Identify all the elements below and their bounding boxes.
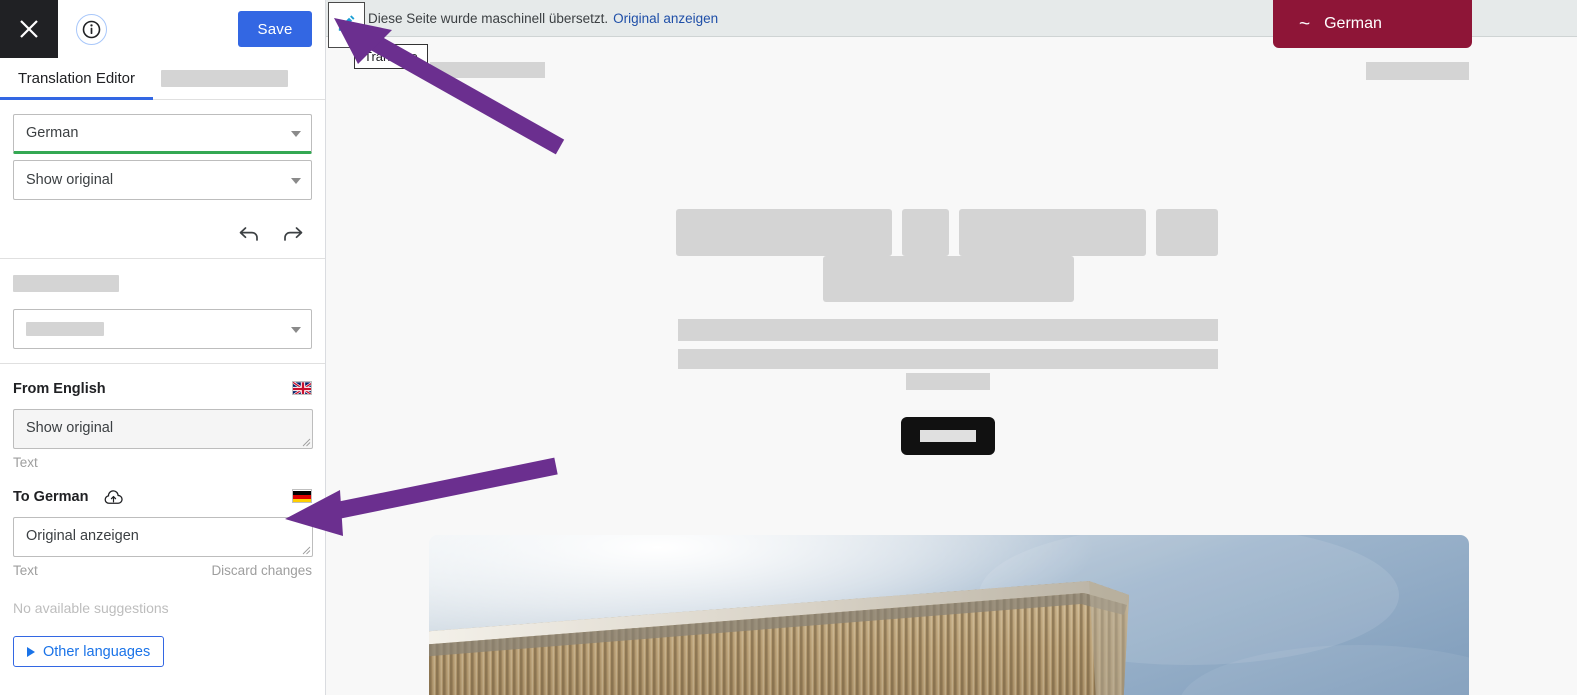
source-meta-label: Text	[13, 455, 38, 470]
tab-label: Translation Editor	[18, 70, 135, 87]
screen-root: Save Translation Editor German Show orig…	[0, 0, 1577, 695]
other-languages-button[interactable]: Other languages	[13, 636, 165, 667]
redacted-block	[959, 209, 1146, 256]
redacted-tab-label	[161, 70, 288, 87]
target-text: Original anzeigen	[26, 528, 139, 544]
undo-arrow-icon[interactable]	[237, 222, 261, 246]
target-heading: To German	[13, 489, 89, 505]
secondary-select[interactable]	[13, 309, 312, 349]
language-select-value: German	[26, 125, 79, 141]
translated-page-viewport: Diese Seite wurde maschinell übersetzt. …	[326, 0, 1577, 695]
pencil-edit-icon[interactable]	[328, 2, 365, 48]
language-badge[interactable]: ~ German	[1273, 0, 1472, 48]
source-heading: From English	[13, 381, 106, 397]
show-original-link[interactable]: Original anzeigen	[613, 11, 718, 26]
redacted-field-label	[13, 275, 119, 292]
discard-changes-link[interactable]: Discard changes	[211, 563, 312, 578]
tab-translation-editor[interactable]: Translation Editor	[0, 58, 153, 100]
redacted-block	[823, 256, 1074, 302]
source-section: From English Show original Text	[0, 364, 325, 470]
redacted-block	[906, 373, 990, 390]
other-languages-label: Other languages	[43, 643, 151, 660]
translate-button-label: Translate	[364, 49, 418, 64]
redacted-block	[1366, 62, 1469, 80]
info-icon[interactable]	[76, 13, 107, 45]
redo-arrow-icon[interactable]	[281, 222, 305, 246]
redacted-block	[676, 209, 892, 256]
sidebar-select-group: German Show original	[0, 100, 325, 219]
source-heading-row: From English	[13, 378, 312, 400]
cloud-upload-icon[interactable]	[104, 489, 124, 505]
language-badge-label: German	[1324, 15, 1382, 32]
redacted-select-value	[26, 322, 104, 336]
chevron-down-icon	[291, 178, 301, 184]
chevron-down-icon	[291, 131, 301, 137]
resize-grip-icon[interactable]	[301, 545, 311, 555]
history-controls	[0, 219, 325, 258]
tilde-icon: ~	[1299, 13, 1311, 35]
view-mode-select-value: Show original	[26, 172, 114, 188]
uk-flag-icon	[292, 381, 312, 395]
redacted-cta-label	[920, 430, 976, 442]
redacted-block	[902, 209, 949, 256]
target-meta-row: Text Discard changes	[13, 563, 312, 578]
save-button[interactable]: Save	[238, 11, 312, 47]
target-section: To German Original anzeigen Text Discard…	[0, 470, 325, 667]
translation-editor-sidebar: Save Translation Editor German Show orig…	[0, 0, 326, 695]
redacted-block	[1156, 209, 1218, 256]
close-icon[interactable]	[0, 0, 58, 58]
source-text: Show original	[26, 420, 114, 436]
sidebar-toolbar: Save	[0, 0, 325, 58]
target-meta-label: Text	[13, 563, 38, 578]
resize-grip-icon[interactable]	[301, 437, 311, 447]
target-textarea[interactable]: Original anzeigen	[13, 517, 313, 557]
hero-image	[429, 535, 1469, 695]
banner-text: Diese Seite wurde maschinell übersetzt.	[368, 10, 609, 26]
redacted-block	[430, 62, 545, 78]
language-select[interactable]: German	[13, 114, 312, 154]
source-meta-row: Text	[13, 455, 312, 470]
triangle-right-icon	[27, 646, 35, 657]
chevron-down-icon	[291, 327, 301, 333]
no-suggestions-text: No available suggestions	[13, 600, 169, 616]
redacted-block	[678, 319, 1218, 341]
german-flag-icon	[292, 489, 312, 503]
sidebar-tabs: Translation Editor	[0, 58, 325, 100]
target-heading-row: To German	[13, 486, 312, 508]
source-textarea[interactable]: Show original	[13, 409, 313, 449]
view-mode-select[interactable]: Show original	[13, 160, 312, 200]
translate-button[interactable]: Translate	[354, 44, 428, 69]
redacted-cta-button[interactable]	[901, 417, 995, 455]
tab-secondary[interactable]	[153, 58, 296, 99]
redacted-block	[678, 349, 1218, 369]
sidebar-secondary-group	[0, 259, 325, 363]
